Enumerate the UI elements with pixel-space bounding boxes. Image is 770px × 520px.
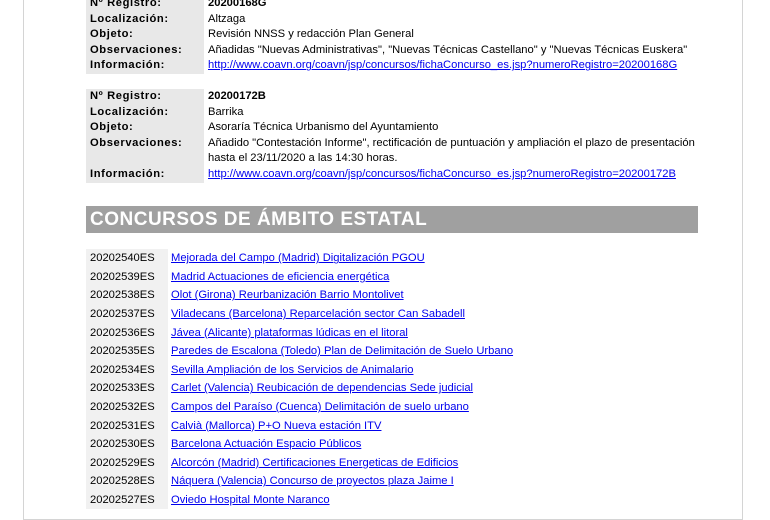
concurso-link[interactable]: Calvià (Mallorca) P+O Nueva estación ITV [171,420,381,432]
localizacion-label: Localización: [86,11,204,28]
record-row-informacion: Información: http://www.coavn.org/coavn/… [86,166,698,183]
concurso-row: 20202530ES Barcelona Actuación Espacio Pú… [86,434,698,454]
record-row-objeto: Objeto: Revisión NNSS y redacción Plan G… [86,27,698,43]
concurso-title-cell: Viladecans (Barcelona) Reparcelación sec… [168,305,698,324]
concurso-row: 20202529ES Alcorcón (Madrid) Certificacio… [86,453,698,473]
concurso-row: 20202527ES Oviedo Hospital Monte Naranco [86,490,698,510]
record-row-localizacion: Localización: Barrika [86,104,698,121]
concurso-title-cell: Barcelona Actuación Espacio Públicos [168,435,698,454]
concurso-title-cell: Sevilla Ampliación de los Servicios de A… [168,361,698,380]
concurso-row: 20202533ES Carlet (Valencia) Reubicación … [86,379,698,398]
observaciones-label: Observaciones: [86,135,204,167]
registro-value: 20200172B [208,90,266,102]
concurso-title-cell: Alcorcón (Madrid) Certificaciones Energe… [168,454,698,473]
concurso-code: 20202534ES [86,360,168,380]
concurso-link[interactable]: Sevilla Ampliación de los Servicios de A… [171,364,414,376]
observaciones-value: Añadido "Contestación Informe", rectific… [208,136,695,165]
observaciones-value: Añadidas "Nuevas Administrativas", "Nuev… [208,43,688,56]
concurso-link[interactable]: Carlet (Valencia) Reubicación de depende… [171,382,473,394]
concurso-title-cell: Oviedo Hospital Monte Naranco [168,491,698,510]
concurso-code: 20202529ES [86,453,168,473]
concurso-title-cell: Náquera (Valencia) Concurso de proyectos… [168,472,698,491]
concurso-title-cell: Campos del Paraíso (Cuenca) Delimitación… [168,398,698,417]
concurso-row: 20202531ES Calvià (Mallorca) P+O Nueva es… [86,416,698,435]
concurso-link[interactable]: Campos del Paraíso (Cuenca) Delimitación… [171,401,469,413]
record-row-observaciones: Observaciones: Añadidas "Nuevas Administ… [86,42,698,59]
concurso-link[interactable]: Náquera (Valencia) Concurso de proyectos… [171,475,454,487]
concurso-code: 20202527ES [86,490,168,510]
informacion-label: Información: [86,58,204,74]
localizacion-label: Localización: [86,104,204,121]
concursos-list-body: 20202540ES Mejorada del Campo (Madrid) Di… [86,249,698,510]
registro-value: 20200168G [208,0,267,9]
record-row-objeto: Objeto: Asoraría Técnica Urbanismo del A… [86,120,698,136]
record-row-observaciones: Observaciones: Añadido "Contestación Inf… [86,135,698,167]
concurso-row: 20202539ES Madrid Actuaciones de eficienc… [86,267,698,287]
concurso-link[interactable]: Alcorcón (Madrid) Certificaciones Energe… [171,457,458,469]
concurso-link[interactable]: Madrid Actuaciones de eficiencia energét… [171,271,389,283]
concurso-title-cell: Carlet (Valencia) Reubicación de depende… [168,379,698,398]
objeto-label: Objeto: [86,120,204,136]
concurso-row: 20202536ES Jávea (Alicante) plataformas l… [86,323,698,342]
concurso-code: 20202539ES [86,267,168,287]
concurso-row: 20202532ES Campos del Paraíso (Cuenca) De… [86,397,698,417]
record-row-localizacion: Localización: Altzaga [86,11,698,28]
section-header-estatal: CONCURSOS DE ÁMBITO ESTATAL [86,206,698,233]
concurso-link[interactable]: Barcelona Actuación Espacio Públicos [171,438,361,450]
concursos-list: 20202540ES Mejorada del Campo (Madrid) Di… [86,249,698,510]
concurso-title-cell: Madrid Actuaciones de eficiencia energét… [168,268,698,287]
informacion-label: Información: [86,166,204,183]
localizacion-value: Barrika [208,105,244,118]
registro-label: Nº Registro: [86,0,204,12]
concurso-code: 20202533ES [86,379,168,398]
concurso-code: 20202536ES [86,323,168,342]
concurso-row: 20202540ES Mejorada del Campo (Madrid) Di… [86,249,698,268]
concurso-code: 20202538ES [86,286,168,305]
concurso-code: 20202540ES [86,249,168,268]
concurso-row: 20202534ES Sevilla Ampliación de los Serv… [86,360,698,380]
concurso-link[interactable]: Paredes de Escalona (Toledo) Plan de Del… [171,345,513,357]
concurso-row: 20202537ES Viladecans (Barcelona) Reparce… [86,304,698,324]
registro-label: Nº Registro: [86,89,204,105]
concurso-title-cell: Paredes de Escalona (Toledo) Plan de Del… [168,342,698,361]
concurso-row: 20202538ES Olot (Girona) Reurbanización B… [86,286,698,305]
record-row-registro: Nº Registro: 20200172B [86,89,698,105]
concurso-code: 20202531ES [86,416,168,435]
concurso-link[interactable]: Oviedo Hospital Monte Naranco [171,494,330,506]
concurso-title-cell: Mejorada del Campo (Madrid) Digitalizaci… [168,249,698,268]
concurso-code: 20202530ES [86,434,168,454]
concurso-code: 20202537ES [86,304,168,324]
concurso-link[interactable]: Mejorada del Campo (Madrid) Digitalizaci… [171,252,425,264]
concurso-row: 20202528ES Náquera (Valencia) Concurso de… [86,472,698,491]
objeto-value: Asoraría Técnica Urbanismo del Ayuntamie… [208,121,439,134]
concurso-title-cell: Calvià (Mallorca) P+O Nueva estación ITV [168,416,698,435]
objeto-value: Revisión NNSS y redacción Plan General [208,28,414,41]
concurso-link[interactable]: Viladecans (Barcelona) Reparcelación sec… [171,308,465,320]
record-table-20200172B: Nº Registro: 20200172B Localización: Bar… [86,89,698,183]
concurso-link[interactable]: Jávea (Alicante) plataformas lúdicas en … [171,327,408,339]
concurso-title-cell: Jávea (Alicante) plataformas lúdicas en … [168,323,698,342]
concurso-link[interactable]: Olot (Girona) Reurbanización Barrio Mont… [171,289,404,301]
record-row-informacion: Información: http://www.coavn.org/coavn/… [86,58,698,74]
informacion-link[interactable]: http://www.coavn.org/coavn/jsp/concursos… [208,168,676,180]
concurso-title-cell: Olot (Girona) Reurbanización Barrio Mont… [168,286,698,305]
record-row-registro: Nº Registro: 20200168G [86,0,698,12]
observaciones-label: Observaciones: [86,42,204,59]
concurso-code: 20202528ES [86,472,168,491]
localizacion-value: Altzaga [208,12,246,25]
objeto-label: Objeto: [86,27,204,43]
informacion-link[interactable]: http://www.coavn.org/coavn/jsp/concursos… [208,59,677,71]
concurso-code: 20202532ES [86,397,168,417]
concurso-code: 20202535ES [86,341,168,361]
concurso-row: 20202535ES Paredes de Escalona (Toledo) P… [86,341,698,361]
record-table-20200168G: Nº Registro: 20200168G Localización: Alt… [86,0,698,74]
